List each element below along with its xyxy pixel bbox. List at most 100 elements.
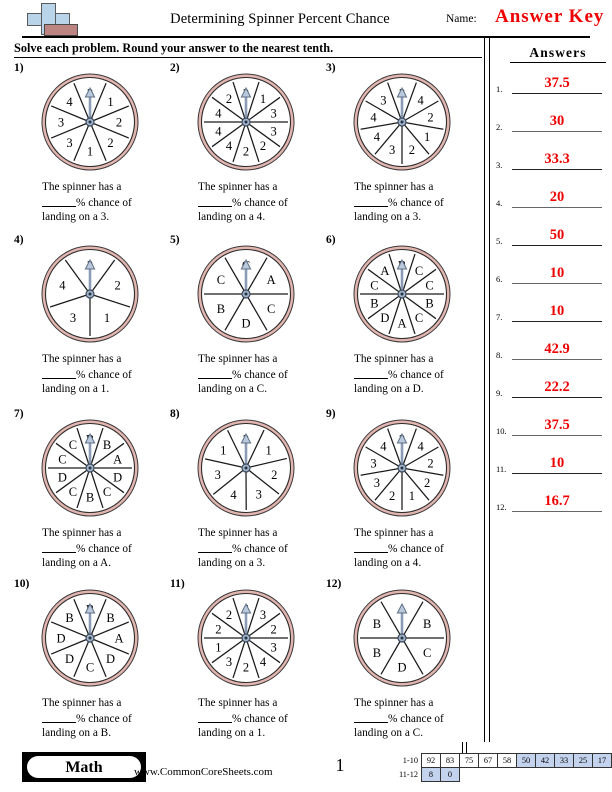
problem-line-3: landing on a D. — [354, 383, 424, 396]
spinner-sector-label: B — [423, 617, 431, 631]
problem-text: The spinner has a % chance of landing on a… — [354, 696, 478, 741]
problem-number: 11) — [170, 578, 185, 590]
grading-cell: 83 — [440, 753, 460, 768]
problem-number: 10) — [14, 578, 30, 590]
answer-line — [512, 321, 602, 322]
answer-line — [512, 283, 602, 284]
answer-value: 33.3 — [544, 151, 570, 167]
answer-row: 4. 20 — [496, 186, 608, 208]
spinner: 342212334 — [350, 416, 454, 520]
answer-row: 3. 33.3 — [496, 148, 608, 170]
spinner-sector-label: 1 — [265, 443, 271, 457]
name-label: Name: — [446, 13, 477, 25]
spinner-sector-label: 4 — [374, 130, 381, 144]
problem-line-2: % chance of — [388, 542, 444, 555]
grading-row: 11-12 8 0 — [395, 767, 612, 782]
problem-number: 4) — [14, 234, 24, 246]
answer-blank[interactable] — [42, 711, 76, 723]
spinner-sector-label: 1 — [104, 311, 110, 325]
spinner-sector-label: 1 — [260, 92, 266, 106]
grading-cell-empty — [555, 768, 574, 782]
problem-line-2: % chance of — [388, 368, 444, 381]
answer-blank[interactable] — [198, 367, 232, 379]
problem-line-3: landing on a 1. — [198, 727, 266, 740]
answer-value: 22.2 — [544, 379, 570, 395]
problem-line-1: The spinner has a — [198, 527, 278, 539]
spinner-sector-label: C — [58, 453, 66, 467]
answer-value: 20 — [549, 189, 565, 205]
problem-line-2: % chance of — [76, 542, 132, 555]
problem-line-1: The spinner has a — [198, 181, 278, 193]
answer-value: 16.7 — [544, 493, 570, 509]
grading-cell: 75 — [459, 753, 479, 768]
spinner-sector-label: A — [114, 632, 123, 646]
spinner-sector-label: D — [58, 471, 67, 485]
answer-line — [512, 435, 602, 436]
grading-cell: 17 — [592, 753, 612, 768]
problem-text: The spinner has a % chance of landing on a… — [354, 352, 478, 397]
problem-line-3: landing on a 3. — [42, 211, 110, 224]
spinner-graphic: CACDBC — [197, 245, 295, 343]
spinner-graphic: ABCDBB — [353, 589, 451, 687]
spinner-sector-label: D — [65, 652, 74, 666]
spinner-sector-label: 2 — [389, 489, 395, 503]
answer-row: 7. 10 — [496, 300, 608, 322]
spinner-sector-label: 1 — [87, 145, 93, 159]
problem-number: 7) — [14, 408, 24, 420]
spinner-sector-label: D — [380, 311, 389, 325]
answer-blank[interactable] — [198, 541, 232, 553]
answer-blank[interactable] — [198, 195, 232, 207]
spinner-sector-label: D — [56, 632, 65, 646]
problem-text: The spinner has a % chance of landing on a… — [198, 526, 322, 571]
problem-line-1: The spinner has a — [198, 697, 278, 709]
problem-text: The spinner has a % chance of landing on a… — [354, 526, 478, 571]
grading-row-label: 11-12 — [398, 770, 418, 779]
answer-blank[interactable] — [42, 367, 76, 379]
spinner-sector-label: 2 — [427, 111, 433, 125]
spinner-sector-label: C — [69, 438, 77, 452]
problem-line-3: landing on a C. — [354, 727, 424, 740]
spinner-graphic: 342212334 — [353, 419, 451, 517]
answer-value: 30 — [549, 113, 565, 129]
answer-blank[interactable] — [198, 711, 232, 723]
problem-line-3: landing on a A. — [42, 557, 112, 570]
answer-row: 8. 42.9 — [496, 338, 608, 360]
grading-cell: 0 — [440, 767, 460, 782]
answer-blank[interactable] — [42, 195, 76, 207]
spinner-sector-label: C — [86, 661, 94, 675]
math-badge-label: Math — [65, 759, 103, 776]
spinner-sector-label: 2 — [243, 145, 249, 159]
spinner: 342123443 — [350, 70, 454, 174]
grading-cell: 25 — [573, 753, 593, 768]
answer-row: 9. 22.2 — [496, 376, 608, 398]
answer-line — [512, 131, 602, 132]
answer-blank[interactable] — [354, 367, 388, 379]
answer-blank[interactable] — [354, 711, 388, 723]
answer-index: 5. — [496, 236, 503, 246]
spinner-sector-label: A — [380, 264, 389, 278]
problem-text: The spinner has a % chance of landing on a… — [42, 526, 166, 571]
answer-blank[interactable] — [354, 541, 388, 553]
answer-blank[interactable] — [354, 195, 388, 207]
grading-cell: 58 — [497, 753, 517, 768]
problem-text: The spinner has a % chance of landing on a… — [198, 180, 322, 225]
spinner-sector-label: 2 — [409, 143, 415, 157]
spinner-sector-label: 2 — [243, 661, 249, 675]
spinner-sector-label: B — [65, 611, 73, 625]
spinner-sector-label: 4 — [260, 655, 267, 669]
answer-blank[interactable] — [42, 541, 76, 553]
spinner-sector-label: C — [267, 302, 275, 316]
spinner-graphic: 4323423122 — [197, 589, 295, 687]
spinner-sector-label: 4 — [380, 439, 387, 453]
problem-number: 1) — [14, 62, 24, 74]
problem-line-1: The spinner has a — [42, 697, 122, 709]
spinner-sector-label: 2 — [260, 139, 266, 153]
answer-line — [512, 169, 602, 170]
problem-number: 6) — [326, 234, 336, 246]
problem-number: 5) — [170, 234, 180, 246]
spinner-graphic: BCCBCADBCA — [353, 245, 451, 343]
grading-cell: 8 — [421, 767, 441, 782]
grading-cell-empty — [517, 768, 536, 782]
spinner-sector-label: C — [69, 485, 77, 499]
problem-text: The spinner has a % chance of landing on a… — [354, 180, 478, 225]
